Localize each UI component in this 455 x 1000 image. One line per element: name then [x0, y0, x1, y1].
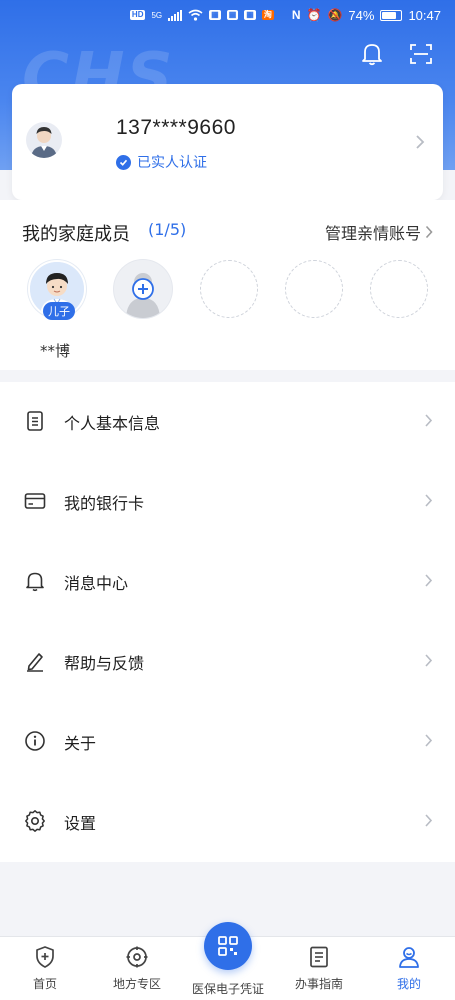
- target-icon: [126, 946, 148, 968]
- family-member-avatar[interactable]: 儿子: [28, 260, 86, 320]
- signal-icon: [168, 9, 183, 21]
- nav-label: 办事指南: [294, 977, 343, 991]
- nav-label: 医保电子凭证: [191, 982, 264, 996]
- scan-icon[interactable]: [409, 42, 433, 66]
- clock: 10:47: [408, 7, 441, 23]
- empty-member-slot: [370, 260, 428, 318]
- taobao-icon: 淘: [261, 10, 274, 20]
- chevron-right-icon: [425, 814, 433, 827]
- menu-item-help-feedback[interactable]: 帮助与反馈: [0, 622, 455, 702]
- battery-percent: 74%: [348, 7, 375, 23]
- manage-family-label: 管理亲情账号: [324, 224, 421, 243]
- menu-item-label: 设置: [64, 814, 97, 833]
- chevron-right-icon: [425, 225, 433, 239]
- family-title: 我的家庭成员: [22, 224, 130, 245]
- relation-tag: 儿子: [43, 302, 75, 320]
- verified-check-icon: [116, 154, 131, 170]
- network-type: 5G: [151, 10, 163, 20]
- nav-mine[interactable]: 我的: [364, 945, 454, 992]
- family-count: (1/5): [148, 220, 187, 239]
- info-icon: [25, 731, 45, 751]
- chevron-right-icon: [425, 574, 433, 587]
- battery-icon: [380, 9, 403, 21]
- empty-member-slot: [200, 260, 258, 318]
- menu-item-bank-card[interactable]: 我的银行卡: [0, 462, 455, 542]
- verified-label: 已实人认证: [137, 155, 207, 171]
- medical-insurance-qr-button[interactable]: [204, 922, 252, 970]
- app-notification-icon: ▦: [209, 10, 221, 20]
- add-family-member-button[interactable]: [114, 260, 172, 318]
- wifi-icon: [188, 9, 203, 21]
- chevron-right-icon: [425, 734, 433, 747]
- manage-family-link[interactable]: 管理亲情账号: [325, 220, 433, 244]
- chevron-right-icon: [425, 494, 433, 507]
- alarm-icon: ⏰: [306, 8, 322, 22]
- document-icon: [27, 411, 43, 431]
- status-bar: HD 5G ▦ ▦ ▦ 淘 N ⏰ 🔕 74% 10:47: [0, 0, 455, 30]
- chevron-right-icon: [425, 414, 433, 427]
- family-section: 我的家庭成员 (1/5) 管理亲情账号 儿子 **博: [0, 200, 455, 370]
- menu-item-message-center[interactable]: 消息中心: [0, 542, 455, 622]
- verified-status: 已实人认证: [116, 152, 207, 172]
- menu-item-label: 我的银行卡: [64, 494, 145, 513]
- shield-plus-icon: [36, 946, 54, 968]
- menu-item-label: 个人基本信息: [64, 414, 161, 433]
- chevron-right-icon: [425, 654, 433, 667]
- avatar[interactable]: [26, 122, 62, 158]
- menu-item-label: 帮助与反馈: [64, 654, 145, 673]
- gear-icon: [25, 810, 45, 832]
- nav-home[interactable]: 首页: [0, 945, 90, 992]
- phone-number: 137****9660: [116, 116, 236, 139]
- nav-local-zone[interactable]: 地方专区: [92, 945, 182, 992]
- empty-member-slot: [285, 260, 343, 318]
- guide-icon: [310, 946, 328, 968]
- pen-icon: [27, 653, 43, 672]
- mute-icon: 🔕: [327, 8, 343, 22]
- bank-card-icon: [24, 493, 46, 509]
- chevron-right-icon: [416, 135, 425, 149]
- menu-item-label: 消息中心: [64, 574, 129, 593]
- nav-label: 我的: [396, 977, 421, 991]
- nfc-icon: N: [291, 8, 301, 22]
- menu-item-about[interactable]: 关于: [0, 702, 455, 782]
- menu-item-settings[interactable]: 设置: [0, 782, 455, 862]
- app-notification-icon: ▦: [226, 10, 239, 20]
- app-notification-icon: ▦: [244, 10, 256, 20]
- profile-card[interactable]: 137****9660 已实人认证: [12, 84, 443, 200]
- nav-label: 地方专区: [112, 977, 161, 991]
- family-member-name: **博: [40, 342, 71, 360]
- qr-code-icon: [218, 936, 238, 956]
- menu-item-personal-info[interactable]: 个人基本信息: [0, 382, 455, 462]
- notification-bell-icon[interactable]: [361, 42, 383, 66]
- user-icon: [399, 947, 419, 968]
- settings-menu: 个人基本信息 我的银行卡 消息中心 帮助与反馈 关于 设置: [0, 382, 455, 862]
- nav-guide[interactable]: 办事指南: [274, 945, 364, 992]
- nav-label: 首页: [32, 977, 57, 991]
- bell-icon: [26, 572, 44, 592]
- menu-item-label: 关于: [64, 734, 97, 753]
- hd-indicator: HD: [129, 10, 146, 20]
